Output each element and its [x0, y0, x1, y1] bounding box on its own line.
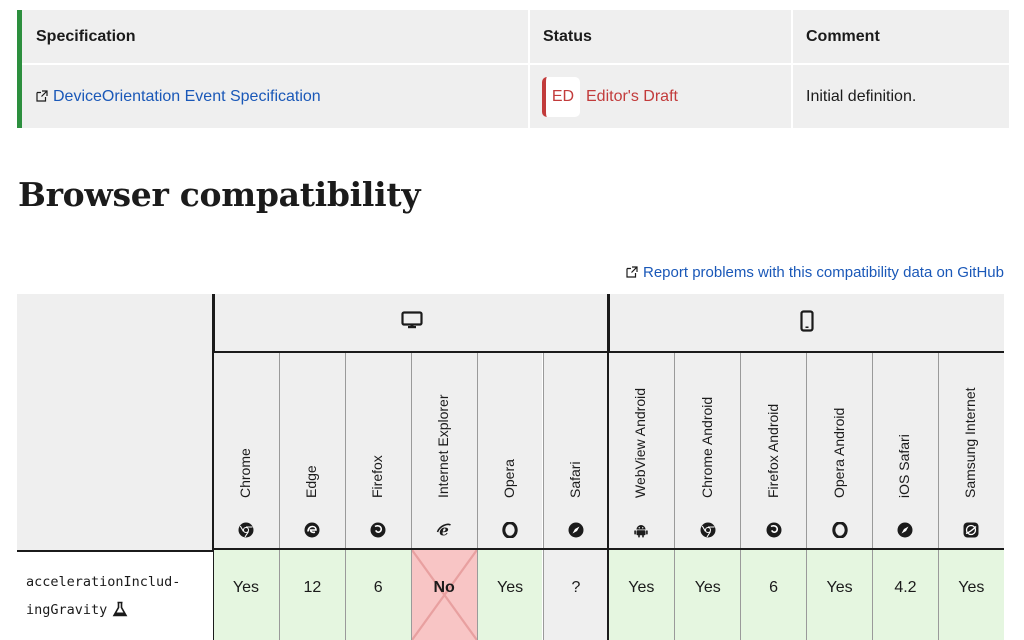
- browser-name: Opera: [501, 459, 518, 498]
- feature-name[interactable]: accelerationInclud-ingGravity: [17, 550, 213, 640]
- support-value: Yes: [826, 579, 853, 596]
- support-value: 4.2: [894, 579, 917, 596]
- support-cell-firefox[interactable]: 6: [344, 550, 411, 640]
- browser-header-samsung-internet: Samsung Internet: [937, 353, 1004, 550]
- browser-name: Safari: [566, 461, 583, 498]
- browser-header-ios-safari: iOS Safari: [872, 353, 938, 550]
- ie-icon: e: [436, 522, 452, 538]
- browser-header-firefox-android: Firefox Android: [740, 353, 807, 550]
- support-cell-opera[interactable]: Yes: [476, 550, 543, 640]
- browser-name: Firefox: [369, 455, 386, 498]
- support-cell-edge[interactable]: 12: [278, 550, 345, 640]
- firefox-icon: [766, 522, 782, 538]
- support-cell-opera-android[interactable]: Yes: [806, 550, 872, 640]
- status-badge: ED: [542, 76, 580, 117]
- support-value: Yes: [628, 579, 655, 596]
- browser-header-firefox: Firefox: [344, 353, 411, 550]
- support-cell-ios-safari[interactable]: 4.2: [872, 550, 938, 640]
- browser-header-chrome-android: Chrome Android: [674, 353, 741, 550]
- support-cell-webview-android[interactable]: Yes: [608, 550, 675, 640]
- mobile-icon: [800, 309, 814, 337]
- browser-name: Opera Android: [830, 407, 847, 498]
- safari-icon: [568, 522, 584, 538]
- platform-mobile-header: [608, 294, 1004, 352]
- support-value: Yes: [232, 579, 259, 596]
- browser-name: Samsung Internet: [962, 387, 979, 498]
- row-divider: [213, 548, 1004, 550]
- browser-header-opera: Opera: [476, 353, 543, 550]
- compat-corner: [17, 294, 213, 550]
- samsung-icon: [963, 522, 979, 538]
- spec-header-specification: Specification: [22, 10, 528, 63]
- browser-header-edge: Edge: [278, 353, 345, 550]
- report-link-label: Report problems with this compatibility …: [643, 264, 1004, 281]
- spec-header-status: Status: [530, 10, 791, 63]
- browser-header-chrome: Chrome: [213, 353, 279, 550]
- desktop-icon: [400, 310, 423, 336]
- support-cell-safari[interactable]: ?: [542, 550, 609, 640]
- column-divider: [607, 294, 609, 640]
- browser-name: Firefox Android: [764, 403, 781, 498]
- support-value: No: [433, 579, 455, 596]
- support-value: Yes: [958, 579, 985, 596]
- support-value: Yes: [496, 579, 524, 596]
- safari-icon: [897, 522, 913, 538]
- browser-name: WebView Android: [632, 388, 649, 498]
- support-cell-samsung-internet[interactable]: Yes: [937, 550, 1004, 640]
- opera-icon: [502, 522, 518, 538]
- browser-header-safari: Safari: [542, 353, 609, 550]
- browser-header-webview-android: WebView Android: [608, 353, 675, 550]
- browser-header-opera-android: Opera Android: [806, 353, 872, 550]
- support-cell-chrome[interactable]: Yes: [213, 550, 279, 640]
- status-label: Editor's Draft: [586, 87, 678, 105]
- browser-name: Edge: [303, 465, 320, 498]
- spec-cell-comment: Initial definition.: [793, 65, 1009, 128]
- section-heading: Browser compatibility: [18, 175, 421, 214]
- support-value: ?: [571, 579, 581, 596]
- specifications-table: Specification Status Comment DeviceOrien…: [17, 10, 1009, 128]
- support-value: 6: [769, 579, 779, 596]
- support-cell-chrome-android[interactable]: Yes: [674, 550, 741, 640]
- browser-header-internet-explorer: Internet Explorer e: [410, 353, 477, 550]
- experimental-flask-icon: [112, 599, 128, 617]
- firefox-icon: [370, 522, 386, 538]
- android-icon: [633, 522, 649, 538]
- browser-name: iOS Safari: [896, 434, 913, 498]
- feature-name-line2: ingGravity: [26, 602, 108, 618]
- platform-desktop-header: [213, 294, 608, 352]
- external-link-icon: [626, 265, 638, 278]
- edge-icon: [304, 522, 320, 538]
- support-cell-firefox-android[interactable]: 6: [740, 550, 807, 640]
- opera-icon: [831, 522, 848, 538]
- spec-link[interactable]: DeviceOrientation Event Specification: [53, 88, 321, 106]
- browser-name: Internet Explorer: [435, 394, 452, 499]
- spec-header-comment: Comment: [793, 10, 1009, 63]
- support-value: 12: [303, 579, 322, 596]
- external-link-icon: [36, 89, 48, 102]
- spec-cell-status: ED Editor's Draft: [530, 65, 791, 128]
- spec-cell-specification: DeviceOrientation Event Specification: [22, 65, 528, 128]
- support-cell-internet-explorer[interactable]: No: [410, 550, 477, 640]
- support-value: 6: [373, 579, 383, 596]
- compat-table: Chrome Yes Edge 12 Firefox 6 Internet Explorer…: [17, 294, 1004, 640]
- chrome-icon: [238, 522, 254, 538]
- support-value: Yes: [694, 579, 721, 596]
- report-problems-link[interactable]: Report problems with this compatibility …: [626, 264, 1004, 281]
- chrome-icon: [700, 522, 716, 538]
- browser-name: Chrome Android: [698, 396, 715, 498]
- browser-name: Chrome: [236, 448, 253, 498]
- feature-name-line1: accelerationInclud-: [26, 574, 181, 590]
